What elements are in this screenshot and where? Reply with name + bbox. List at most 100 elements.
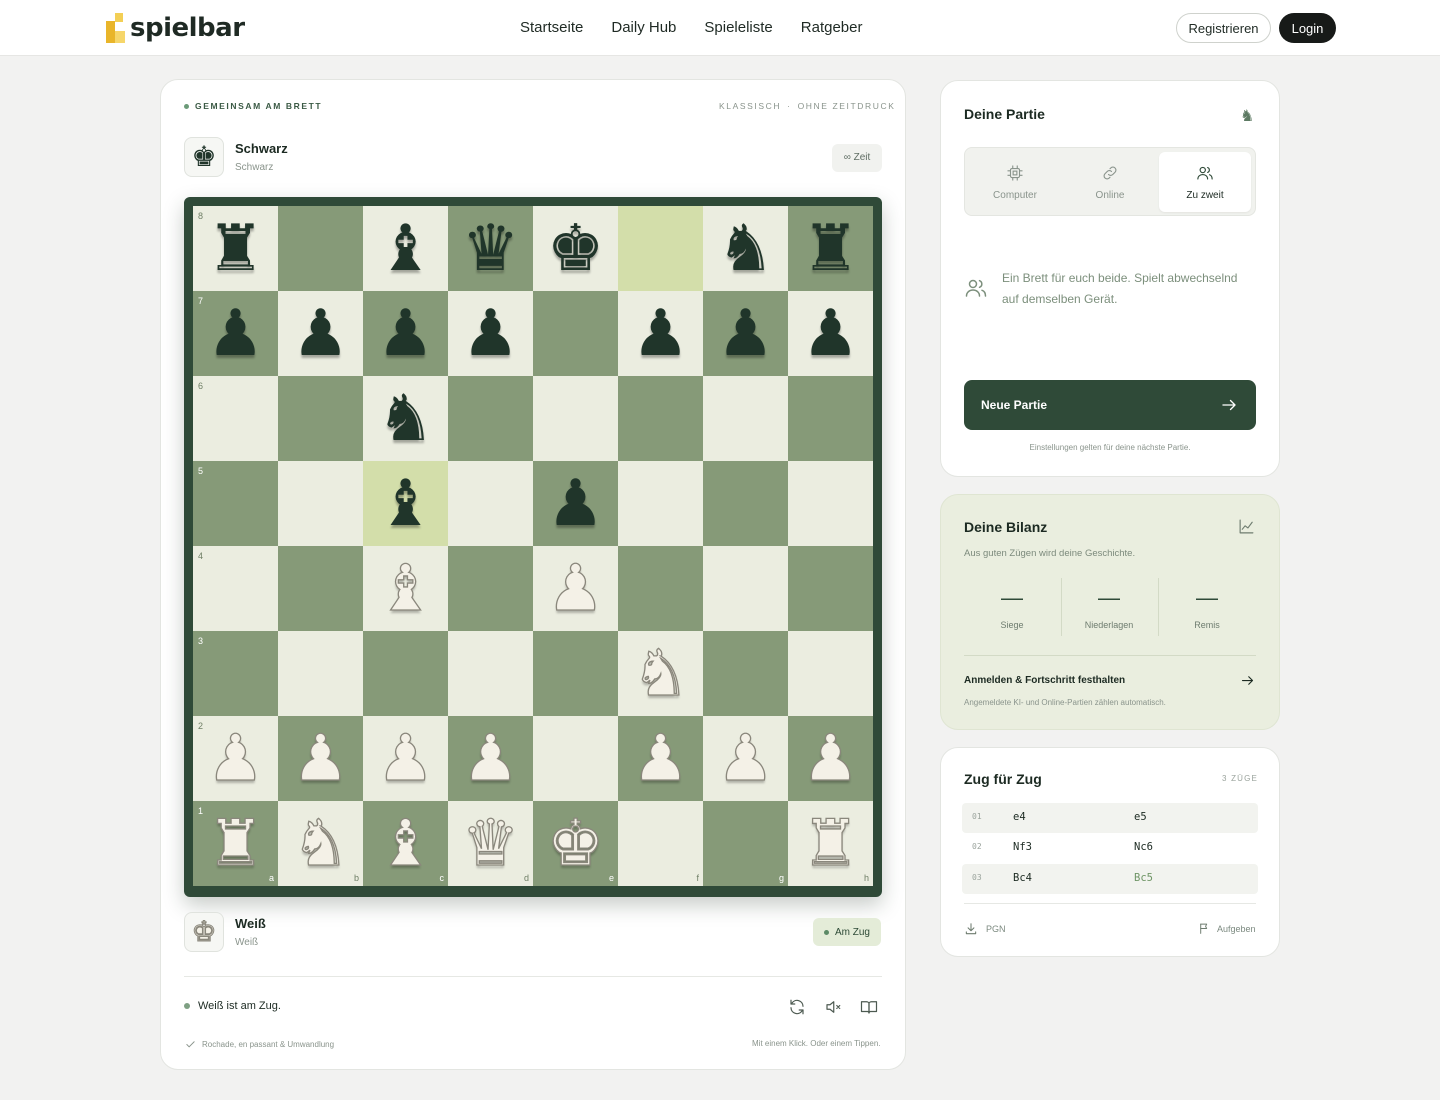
- square-f5[interactable]: [618, 461, 703, 546]
- square-g7[interactable]: ♟: [703, 291, 788, 376]
- white-knight-icon[interactable]: ♞: [631, 641, 690, 706]
- square-b4[interactable]: [278, 546, 363, 631]
- black-king-icon[interactable]: ♚: [547, 217, 604, 281]
- move-black[interactable]: e5: [1134, 811, 1147, 823]
- white-pawn-icon[interactable]: ♟: [461, 726, 520, 791]
- square-f7[interactable]: ♟: [618, 291, 703, 376]
- white-bishop-icon[interactable]: ♝: [376, 556, 435, 621]
- move-black[interactable]: Nc6: [1134, 841, 1153, 853]
- square-h1[interactable]: h ♜: [788, 801, 873, 886]
- square-a5[interactable]: 5: [193, 461, 278, 546]
- square-e6[interactable]: [533, 376, 618, 461]
- chess-board[interactable]: 8 ♜ ♝ ♛ ♚ ♞ ♜ 7 ♟ ♟ ♟ ♟ ♟ ♟ ♟ 6 ♞ 5 ♝ ♟ 4 ♝ ♟ 3 ♞ 2 ♟ ♟ ♟ ♟ ♟ ♟ ♟ 1 a ♜ b ♞ c ♝…: [193, 206, 873, 886]
- square-d2[interactable]: ♟: [448, 716, 533, 801]
- square-b6[interactable]: [278, 376, 363, 461]
- square-f6[interactable]: [618, 376, 703, 461]
- square-a3[interactable]: 3: [193, 631, 278, 716]
- arrow-right-icon[interactable]: [1240, 673, 1255, 693]
- black-pawn-icon[interactable]: ♟: [462, 302, 519, 366]
- square-f1[interactable]: f: [618, 801, 703, 886]
- black-queen-icon[interactable]: ♛: [462, 217, 519, 281]
- square-e2[interactable]: [533, 716, 618, 801]
- square-b7[interactable]: ♟: [278, 291, 363, 376]
- nav-daily-hub[interactable]: Daily Hub: [611, 16, 676, 40]
- square-a7[interactable]: 7 ♟: [193, 291, 278, 376]
- black-rook-icon[interactable]: ♜: [802, 217, 859, 281]
- white-pawn-icon[interactable]: ♟: [546, 556, 605, 621]
- square-g6[interactable]: [703, 376, 788, 461]
- square-a8[interactable]: 8 ♜: [193, 206, 278, 291]
- mode-tab-zu-zweit[interactable]: Zu zweit: [1159, 152, 1251, 212]
- black-pawn-icon[interactable]: ♟: [377, 302, 434, 366]
- nav-startseite[interactable]: Startseite: [520, 16, 583, 40]
- mode-tab-computer[interactable]: Computer: [969, 152, 1061, 212]
- square-c5[interactable]: ♝: [363, 461, 448, 546]
- square-d4[interactable]: [448, 546, 533, 631]
- square-h5[interactable]: [788, 461, 873, 546]
- white-queen-icon[interactable]: ♛: [461, 811, 520, 876]
- pgn-download-button[interactable]: PGN: [964, 922, 1006, 936]
- square-c6[interactable]: ♞: [363, 376, 448, 461]
- register-button[interactable]: Registrieren: [1176, 13, 1271, 43]
- white-pawn-icon[interactable]: ♟: [206, 726, 265, 791]
- flip-board-icon[interactable]: [786, 996, 808, 1018]
- square-c8[interactable]: ♝: [363, 206, 448, 291]
- square-e1[interactable]: e ♚: [533, 801, 618, 886]
- black-pawn-icon[interactable]: ♟: [717, 302, 774, 366]
- square-h7[interactable]: ♟: [788, 291, 873, 376]
- black-pawn-icon[interactable]: ♟: [292, 302, 349, 366]
- black-bishop-icon[interactable]: ♝: [377, 472, 434, 536]
- square-g1[interactable]: g: [703, 801, 788, 886]
- black-knight-icon[interactable]: ♞: [377, 387, 434, 451]
- square-h4[interactable]: [788, 546, 873, 631]
- square-e7[interactable]: [533, 291, 618, 376]
- black-bishop-icon[interactable]: ♝: [377, 217, 434, 281]
- square-e3[interactable]: [533, 631, 618, 716]
- square-h8[interactable]: ♜: [788, 206, 873, 291]
- square-b3[interactable]: [278, 631, 363, 716]
- square-f4[interactable]: [618, 546, 703, 631]
- black-knight-icon[interactable]: ♞: [717, 217, 774, 281]
- white-pawn-icon[interactable]: ♟: [291, 726, 350, 791]
- square-c7[interactable]: ♟: [363, 291, 448, 376]
- move-black[interactable]: Bc5: [1134, 872, 1153, 884]
- new-game-button[interactable]: Neue Partie: [964, 380, 1256, 430]
- square-e5[interactable]: ♟: [533, 461, 618, 546]
- resign-button[interactable]: Aufgeben: [1198, 922, 1256, 935]
- login-button[interactable]: Login: [1279, 13, 1336, 43]
- square-h3[interactable]: [788, 631, 873, 716]
- white-bishop-icon[interactable]: ♝: [376, 811, 435, 876]
- square-d8[interactable]: ♛: [448, 206, 533, 291]
- square-d7[interactable]: ♟: [448, 291, 533, 376]
- square-b8[interactable]: [278, 206, 363, 291]
- white-pawn-icon[interactable]: ♟: [801, 726, 860, 791]
- nav-spieleliste[interactable]: Spieleliste: [704, 16, 772, 40]
- move-white[interactable]: Bc4: [1013, 872, 1032, 884]
- square-f3[interactable]: ♞: [618, 631, 703, 716]
- square-f2[interactable]: ♟: [618, 716, 703, 801]
- square-b5[interactable]: [278, 461, 363, 546]
- mode-tab-online[interactable]: Online: [1064, 152, 1156, 212]
- white-rook-icon[interactable]: ♜: [801, 811, 860, 876]
- square-h2[interactable]: ♟: [788, 716, 873, 801]
- black-pawn-icon[interactable]: ♟: [802, 302, 859, 366]
- login-progress-link[interactable]: Anmelden & Fortschritt festhalten: [964, 675, 1125, 686]
- square-g8[interactable]: ♞: [703, 206, 788, 291]
- square-b1[interactable]: b ♞: [278, 801, 363, 886]
- square-g5[interactable]: [703, 461, 788, 546]
- square-h6[interactable]: [788, 376, 873, 461]
- square-d6[interactable]: [448, 376, 533, 461]
- square-d1[interactable]: d ♛: [448, 801, 533, 886]
- white-pawn-icon[interactable]: ♟: [631, 726, 690, 791]
- black-rook-icon[interactable]: ♜: [207, 217, 264, 281]
- square-c3[interactable]: [363, 631, 448, 716]
- square-a6[interactable]: 6: [193, 376, 278, 461]
- white-king-icon[interactable]: ♚: [546, 811, 605, 876]
- square-b2[interactable]: ♟: [278, 716, 363, 801]
- black-pawn-icon[interactable]: ♟: [632, 302, 689, 366]
- square-d3[interactable]: [448, 631, 533, 716]
- square-f8[interactable]: [618, 206, 703, 291]
- move-white[interactable]: e4: [1013, 811, 1026, 823]
- square-e4[interactable]: ♟: [533, 546, 618, 631]
- mute-sound-icon[interactable]: [822, 996, 844, 1018]
